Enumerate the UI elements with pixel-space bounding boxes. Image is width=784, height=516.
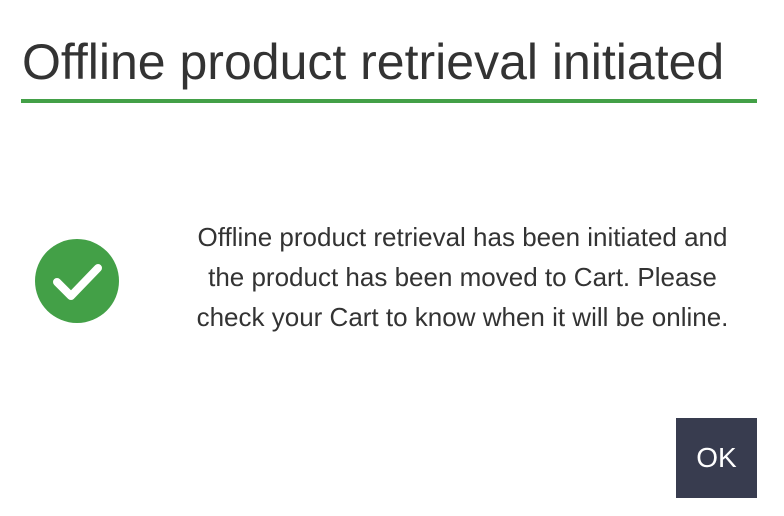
title-divider	[21, 99, 757, 103]
dialog-message: Offline product retrieval has been initi…	[196, 222, 729, 332]
dialog-title: Offline product retrieval initiated	[22, 34, 725, 90]
offline-retrieval-dialog: Offline product retrieval initiated Offl…	[0, 0, 784, 516]
success-check-icon	[35, 239, 119, 323]
ok-button[interactable]: OK	[676, 418, 757, 498]
